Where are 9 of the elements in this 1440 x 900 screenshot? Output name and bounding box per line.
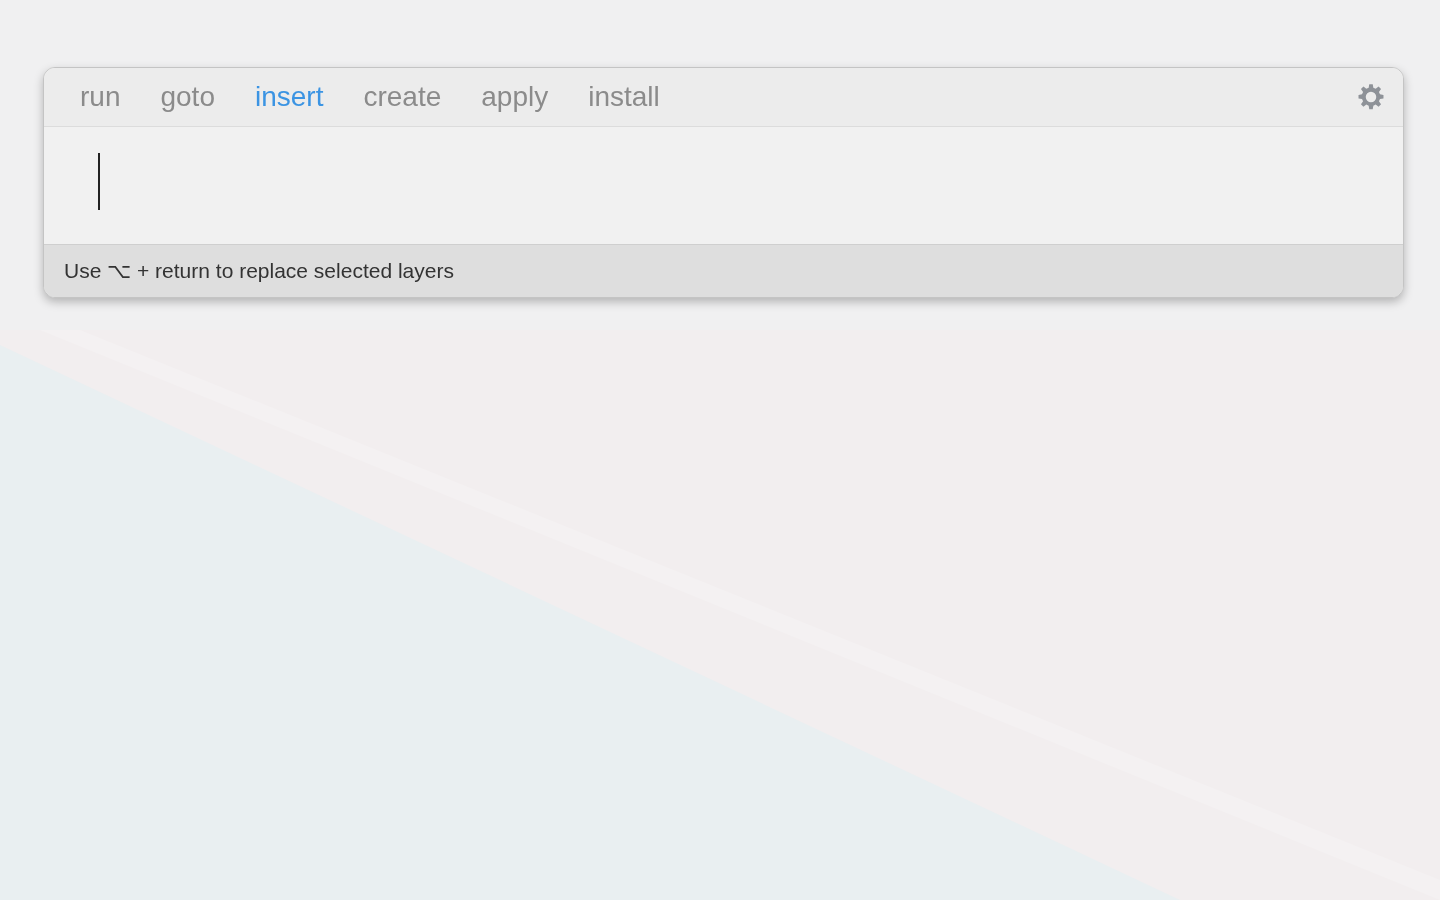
tab[interactable]: run [66,76,135,118]
settings-icon[interactable] [1357,83,1385,111]
tab[interactable]: insert [240,76,338,118]
command-input-field[interactable] [44,127,1403,244]
tab[interactable]: create [349,76,456,118]
tab[interactable]: install [574,76,674,118]
tab[interactable]: apply [467,76,563,118]
tab[interactable]: goto [146,76,229,118]
hint-text: Use ⌥ + return to replace selected layers [64,258,454,285]
